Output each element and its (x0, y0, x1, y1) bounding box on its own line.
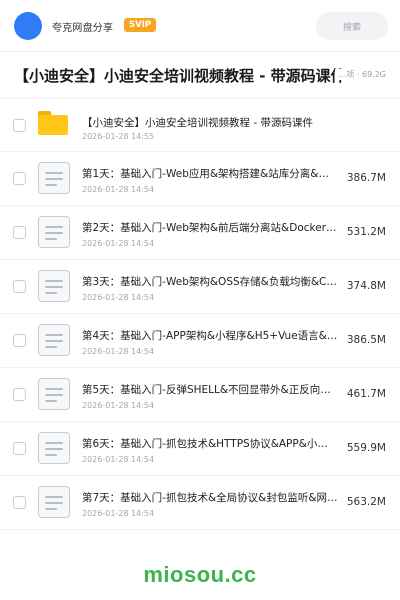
file-size: 563.2M (346, 496, 386, 508)
list-item[interactable]: 第4天：基础入门-APP架构&小程序&H5+Vue语言&Web封装&原生开发 20… (0, 314, 400, 368)
document-icon (38, 486, 70, 518)
page-title: 【小迪安全】小迪安全培训视频教程 - 带源码课件 (14, 67, 346, 85)
list-item[interactable]: 第2天：基础入门-Web架构&前后端分离站&Docker容器站&集成软件站 202… (0, 206, 400, 260)
document-icon (38, 270, 70, 302)
document-icon (38, 216, 70, 248)
list-item[interactable]: 【小迪安全】小迪安全培训视频教程 - 带源码课件 2026-01-28 14:55 (0, 98, 400, 152)
document-icon (38, 432, 70, 464)
select-checkbox[interactable] (13, 388, 26, 401)
share-title-row: 【小迪安全】小迪安全培训视频教程 - 带源码课件 …项 · 69.2G (0, 56, 400, 94)
file-date: 2026-01-28 14:54 (82, 347, 155, 356)
select-checkbox[interactable] (13, 226, 26, 239)
share-meta: …项 · 69.2G (335, 69, 386, 80)
file-size: 531.2M (346, 226, 386, 238)
file-size: 461.7M (346, 388, 386, 400)
file-name[interactable]: 第1天：基础入门-Web应用&架构搭建&站库分离&路由访问&配置受限 (82, 166, 338, 181)
watermark: miosou.cc (143, 562, 257, 587)
file-date: 2026-01-28 14:54 (82, 185, 155, 194)
document-icon (38, 162, 70, 194)
svip-badge: SVIP (124, 18, 157, 32)
file-name[interactable]: 【小迪安全】小迪安全培训视频教程 - 带源码课件 (82, 115, 338, 130)
select-checkbox[interactable] (13, 280, 26, 293)
file-size: 374.8M (346, 280, 386, 292)
file-name[interactable]: 第6天：基础入门-抓包技术&HTTPS协议&APP&小程序&PC应用&WEB (82, 436, 338, 451)
file-name[interactable]: 第5天：基础入门-反弹SHELL&不回显带外&正反向连接&防火墙出入站 (82, 382, 338, 397)
file-date: 2026-01-28 14:54 (82, 239, 155, 248)
file-list: 【小迪安全】小迪安全培训视频教程 - 带源码课件 2026-01-28 14:55… (0, 98, 400, 530)
header: 夸克网盘分享 SVIP 搜索 (0, 0, 400, 52)
file-date: 2026-01-28 14:54 (82, 509, 155, 518)
file-date: 2026-01-28 14:54 (82, 455, 155, 464)
list-item[interactable]: 第7天：基础入门-抓包技术&全局协议&封包监听&网卡模式&DNS&ICMP 202… (0, 476, 400, 530)
list-item[interactable]: 第6天：基础入门-抓包技术&HTTPS协议&APP&小程序&PC应用&WEB 20… (0, 422, 400, 476)
file-size: 559.9M (346, 442, 386, 454)
avatar[interactable] (14, 12, 42, 40)
file-size: 386.5M (346, 334, 386, 346)
select-checkbox[interactable] (13, 496, 26, 509)
file-size: 386.7M (346, 172, 386, 184)
select-checkbox[interactable] (13, 172, 26, 185)
file-date: 2026-01-28 14:54 (82, 293, 155, 302)
share-page: 夸克网盘分享 SVIP 搜索 【小迪安全】小迪安全培训视频教程 - 带源码课件 … (0, 0, 400, 600)
file-name[interactable]: 第3天：基础入门-Web架构&OSS存储&负载均衡&CDN加速&反向代理 (82, 274, 338, 289)
file-name[interactable]: 第7天：基础入门-抓包技术&全局协议&封包监听&网卡模式&DNS&ICMP (82, 490, 338, 505)
file-date: 2026-01-28 14:54 (82, 401, 155, 410)
file-date: 2026-01-28 14:55 (82, 132, 155, 141)
file-name[interactable]: 第2天：基础入门-Web架构&前后端分离站&Docker容器站&集成软件站 (82, 220, 338, 235)
document-icon (38, 378, 70, 410)
document-icon (38, 324, 70, 356)
folder-icon (38, 111, 68, 135)
list-item[interactable]: 第3天：基础入门-Web架构&OSS存储&负载均衡&CDN加速&反向代理 2026… (0, 260, 400, 314)
brand-name: 夸克网盘分享 (52, 23, 114, 34)
select-checkbox[interactable] (13, 119, 26, 132)
list-item[interactable]: 第1天：基础入门-Web应用&架构搭建&站库分离&路由访问&配置受限 2026-0… (0, 152, 400, 206)
file-name[interactable]: 第4天：基础入门-APP架构&小程序&H5+Vue语言&Web封装&原生开发 (82, 328, 338, 343)
select-checkbox[interactable] (13, 442, 26, 455)
search-input[interactable]: 搜索 (316, 12, 388, 40)
select-checkbox[interactable] (13, 334, 26, 347)
list-item[interactable]: 第5天：基础入门-反弹SHELL&不回显带外&正反向连接&防火墙出入站 2026-… (0, 368, 400, 422)
